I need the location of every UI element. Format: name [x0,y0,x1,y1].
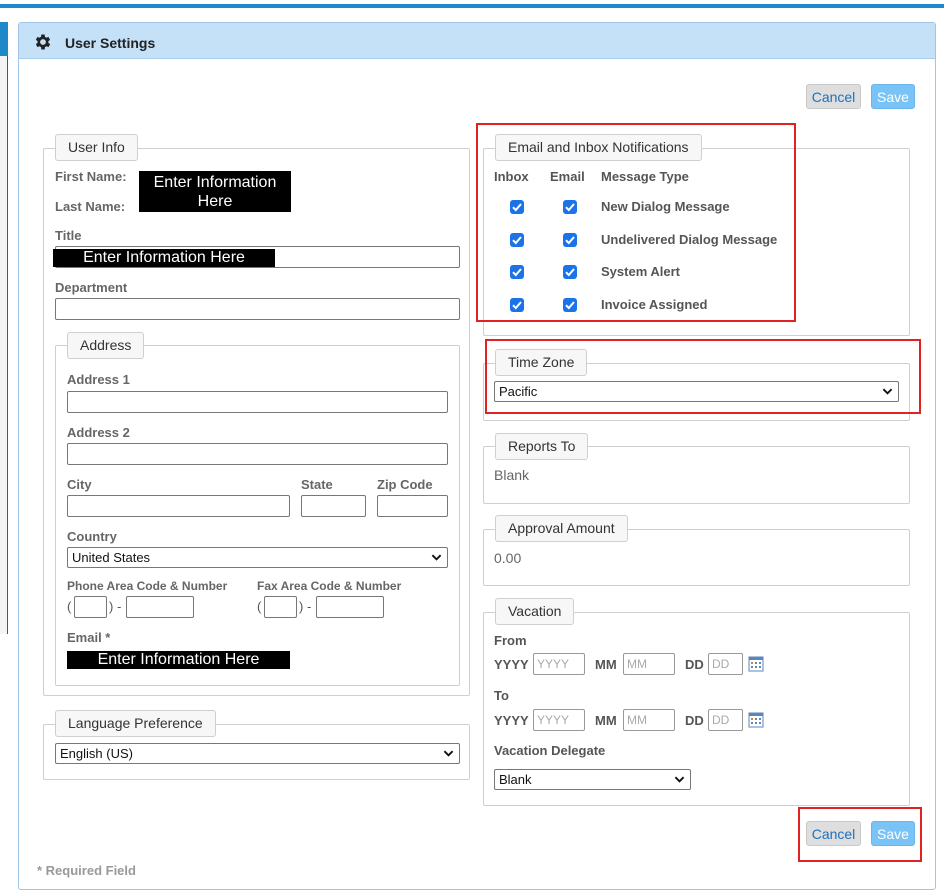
state-label: State [301,477,333,492]
department-input[interactable] [55,298,460,320]
background-panel [0,22,8,634]
required-field-note: * Required Field [37,863,136,878]
from-month-input[interactable]: MM [623,653,675,675]
city-label: City [67,477,92,492]
to-yyyy-label: YYYY [494,713,529,728]
fax-paren-close: ) - [299,599,312,614]
highlight-bottom-buttons [798,807,922,862]
country-label: Country [67,529,117,544]
to-dd-label: DD [685,713,704,728]
chevron-down-icon [443,750,454,757]
from-yyyy-label: YYYY [494,657,529,672]
from-dd-label: DD [685,657,704,672]
to-month-input[interactable]: MM [623,709,675,731]
vacation-delegate-value: Blank [499,772,532,787]
to-label: To [494,688,509,703]
state-input[interactable] [301,495,366,517]
address2-label: Address 2 [67,425,130,440]
vacation-delegate-label: Vacation Delegate [494,743,606,758]
dialog-title-bar: User Settings [19,23,935,59]
phone-paren-close: ) - [109,599,122,614]
language-legend: Language Preference [55,710,216,737]
dialog-title: User Settings [65,35,156,51]
highlight-time-zone [485,339,921,414]
from-label: From [494,633,527,648]
first-name-label: First Name: [55,169,127,184]
zip-label: Zip Code [377,477,433,492]
phone-area-input[interactable] [74,596,107,618]
phone-label: Phone Area Code & Number [67,579,228,593]
address2-input[interactable] [67,443,448,465]
department-label: Department [55,280,128,295]
from-year-input[interactable]: YYYY [533,653,585,675]
fax-label: Fax Area Code & Number [257,579,402,593]
calendar-icon[interactable] [748,656,764,672]
to-day-input[interactable]: DD [708,709,743,731]
last-name-label: Last Name: [55,199,126,214]
title-value: Enter Information Here [53,249,275,267]
vacation-delegate-select[interactable]: Blank [494,769,691,790]
address1-label: Address 1 [67,372,130,387]
approval-amount-value: 0.00 [494,550,522,566]
email-value: Enter Information Here [67,651,290,669]
fax-area-input[interactable] [264,596,297,618]
address-legend: Address [67,332,145,359]
save-button-top[interactable]: Save [871,84,915,109]
to-mm-label: MM [595,713,617,728]
country-value: United States [72,550,151,565]
cancel-button-top[interactable]: Cancel [806,84,861,109]
from-day-input[interactable]: DD [708,653,743,675]
from-mm-label: MM [595,657,617,672]
user-settings-dialog: User Settings Cancel Save User Info Firs… [18,22,936,890]
chevron-down-icon [674,776,685,783]
reports-to-legend: Reports To [495,433,589,460]
zip-input[interactable] [377,495,448,517]
chevron-down-icon [431,554,442,561]
top-edge [0,0,944,2]
to-year-input[interactable]: YYYY [533,709,585,731]
top-accent-bar [0,4,944,8]
vacation-legend: Vacation [495,598,575,625]
calendar-icon[interactable] [748,712,764,728]
city-input[interactable] [67,495,290,517]
fax-paren-open: ( [257,599,262,614]
reports-to-value: Blank [494,467,530,483]
gear-icon [35,34,51,50]
background-panel-header [0,22,8,56]
language-value: English (US) [60,746,133,761]
approval-amount-legend: Approval Amount [495,515,628,542]
highlight-notifications [476,123,796,322]
language-select[interactable]: English (US) [55,743,460,764]
phone-paren-open: ( [67,599,72,614]
country-select[interactable]: United States [67,547,448,568]
title-label: Title [55,228,82,243]
address1-input[interactable] [67,391,448,413]
phone-number-input[interactable] [126,596,194,618]
name-value: Enter Information Here [139,171,291,212]
user-info-legend: User Info [55,134,138,161]
fax-number-input[interactable] [316,596,384,618]
email-label: Email * [67,630,111,645]
